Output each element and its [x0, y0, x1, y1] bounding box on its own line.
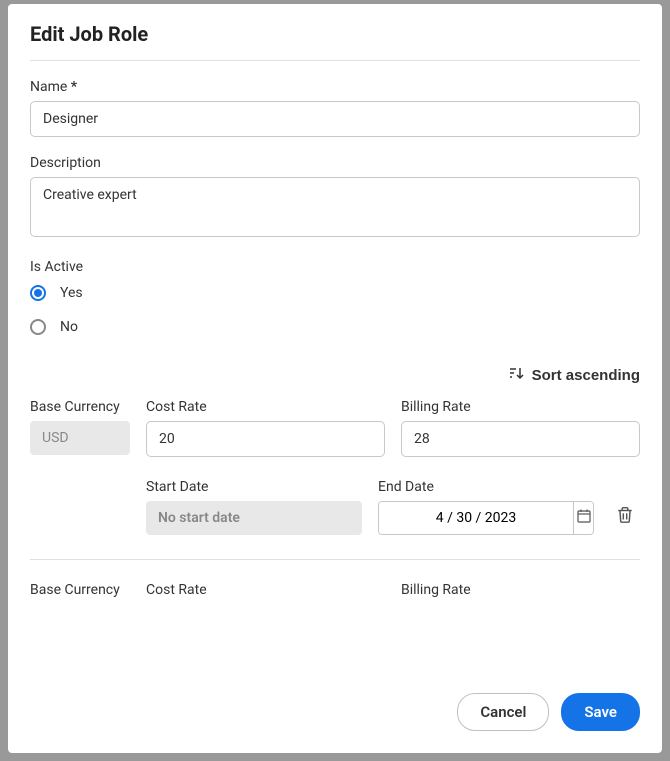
is-active-group: Is Active Yes No	[30, 259, 640, 335]
is-active-label: Is Active	[30, 259, 640, 275]
trash-icon	[616, 512, 634, 527]
cost-rate-col: Cost Rate	[146, 399, 385, 457]
description-label: Description	[30, 155, 640, 171]
billing-rate-label: Billing Rate	[401, 399, 640, 415]
rate-section-divider	[30, 559, 640, 560]
billing-rate-label-2: Billing Rate	[401, 582, 640, 598]
modal-title: Edit Job Role	[30, 22, 640, 46]
is-active-radio-group: Yes No	[30, 285, 640, 335]
trash-col	[610, 502, 640, 535]
start-date-disabled: No start date	[146, 501, 362, 535]
date-row: Start Date No start date End Date	[30, 479, 640, 535]
radio-no[interactable]: No	[30, 319, 640, 335]
sort-row: Sort ascending	[30, 365, 640, 385]
end-date-input-wrap	[378, 501, 594, 535]
cost-rate-col-2: Cost Rate	[146, 582, 385, 604]
end-date-col: End Date	[378, 479, 594, 535]
base-currency-label: Base Currency	[30, 399, 130, 415]
end-date-label: End Date	[378, 479, 594, 495]
base-currency-label-2: Base Currency	[30, 582, 130, 598]
cancel-button[interactable]: Cancel	[457, 693, 549, 731]
radio-yes-circle	[30, 285, 46, 301]
calendar-button[interactable]	[573, 502, 593, 534]
description-textarea[interactable]	[30, 177, 640, 237]
sort-label: Sort ascending	[532, 367, 640, 384]
base-currency-col: Base Currency USD	[30, 399, 130, 457]
cost-rate-input[interactable]	[146, 421, 385, 457]
cost-rate-label: Cost Rate	[146, 399, 385, 415]
rate-row-2: Base Currency Cost Rate Billing Rate	[30, 582, 640, 604]
name-label: Name	[30, 79, 640, 95]
sort-ascending-button[interactable]: Sort ascending	[508, 365, 640, 385]
modal-footer: Cancel Save	[8, 675, 662, 753]
description-field-group: Description	[30, 155, 640, 241]
billing-rate-col-2: Billing Rate	[401, 582, 640, 604]
sort-icon	[508, 365, 524, 385]
radio-no-circle	[30, 319, 46, 335]
base-currency-value: USD	[30, 421, 130, 455]
rate-row-1: Base Currency USD Cost Rate Billing Rate	[30, 399, 640, 457]
billing-rate-col: Billing Rate	[401, 399, 640, 457]
calendar-icon	[576, 508, 592, 528]
name-field-group: Name	[30, 79, 640, 137]
start-date-col: Start Date No start date	[146, 479, 362, 535]
billing-rate-input[interactable]	[401, 421, 640, 457]
radio-no-label: No	[60, 319, 78, 335]
edit-job-role-modal: Edit Job Role Name Description Is Active…	[8, 4, 662, 753]
base-currency-col-2: Base Currency	[30, 582, 130, 604]
radio-yes[interactable]: Yes	[30, 285, 640, 301]
radio-yes-label: Yes	[60, 285, 83, 301]
modal-body[interactable]: Name Description Is Active Yes No	[8, 61, 662, 675]
cost-rate-label-2: Cost Rate	[146, 582, 385, 598]
delete-row-button[interactable]	[612, 502, 638, 531]
name-input[interactable]	[30, 101, 640, 137]
end-date-input[interactable]	[379, 502, 573, 534]
modal-header: Edit Job Role	[8, 4, 662, 60]
start-date-label: Start Date	[146, 479, 362, 495]
save-button[interactable]: Save	[561, 693, 640, 731]
